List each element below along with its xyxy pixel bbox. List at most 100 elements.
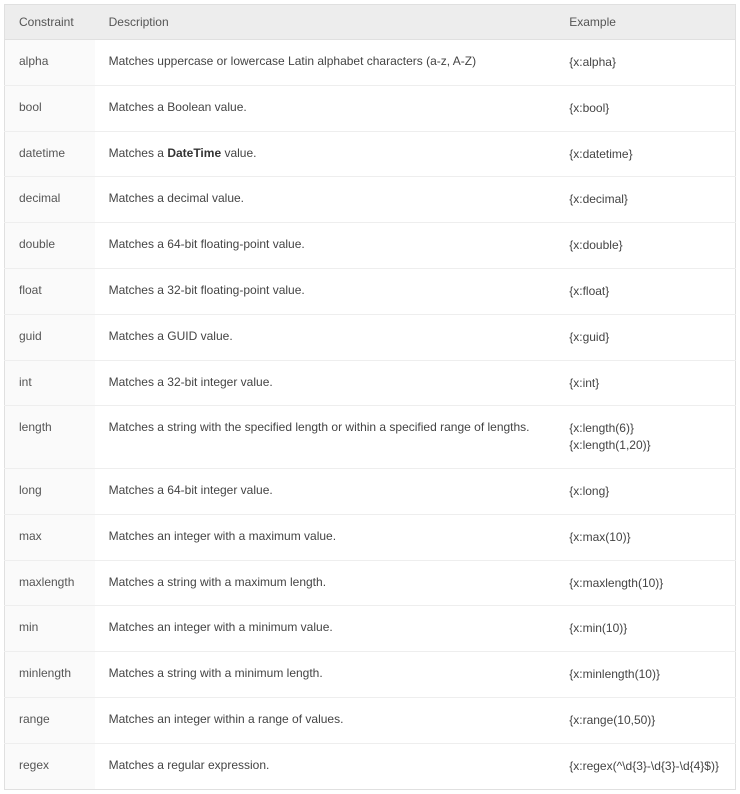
- table-row: regex Matches a regular expression. {x:reg…: [5, 743, 736, 789]
- cell-constraint: regex: [5, 743, 95, 789]
- table-row: datetimeMatches a DateTime value.{x:date…: [5, 131, 736, 177]
- cell-constraint: guid: [5, 314, 95, 360]
- example-text: {x:double}: [569, 237, 721, 254]
- cell-constraint: long: [5, 468, 95, 514]
- table-row: doubleMatches a 64-bit floating-point va…: [5, 223, 736, 269]
- cell-description: Matches a Boolean value.: [95, 85, 556, 131]
- cell-description: Matches a GUID value.: [95, 314, 556, 360]
- cell-constraint: bool: [5, 85, 95, 131]
- table-body: alpha Matches uppercase or lowercase Lati…: [5, 40, 736, 790]
- cell-constraint: alpha: [5, 40, 95, 86]
- table-header-row: Constraint Description Example: [5, 5, 736, 40]
- cell-constraint: decimal: [5, 177, 95, 223]
- example-text: {x:alpha}: [569, 54, 721, 71]
- cell-description: Matches a decimal value.: [95, 177, 556, 223]
- example-text: {x:decimal}: [569, 191, 721, 208]
- desc-text-pre: Matches a Boolean value.: [109, 100, 247, 114]
- example-text: {x:regex(^\d{3}-\d{3}-\d{4}$)}: [569, 758, 721, 775]
- cell-example: {x:decimal}: [555, 177, 735, 223]
- cell-constraint: minlength: [5, 652, 95, 698]
- example-text: {x:min(10)}: [569, 620, 721, 637]
- example-text: {x:max(10)}: [569, 529, 721, 546]
- constraints-table: Constraint Description Example alphaMatc…: [4, 4, 736, 790]
- table-row: decimal Matches a decimal value. {x:decima…: [5, 177, 736, 223]
- cell-example: {x:guid}: [555, 314, 735, 360]
- cell-description: Matches a regular expression.: [95, 743, 556, 789]
- cell-example: {x:bool}: [555, 85, 735, 131]
- cell-constraint: datetime: [5, 131, 95, 177]
- header-description: Description: [95, 5, 556, 40]
- cell-description: Matches a 64-bit floating-point value.: [95, 223, 556, 269]
- cell-example: {x:regex(^\d{3}-\d{3}-\d{4}$)}: [555, 743, 735, 789]
- desc-text-pre: Matches an integer within a range of val…: [109, 712, 344, 726]
- table-row: length Matches a string with the specifie…: [5, 406, 736, 469]
- table-row: maxlength Matches a string with a maximum…: [5, 560, 736, 606]
- desc-text-post: value.: [221, 146, 256, 160]
- table-row: max Matches an integer with a maximum val…: [5, 514, 736, 560]
- example-text: {x:minlength(10)}: [569, 666, 721, 683]
- desc-text-pre: Matches a decimal value.: [109, 191, 244, 205]
- desc-text-pre: Matches a regular expression.: [109, 758, 270, 772]
- cell-constraint: double: [5, 223, 95, 269]
- desc-text-pre: Matches an integer with a minimum value.: [109, 620, 333, 634]
- desc-text-pre: Matches a string with the specified leng…: [109, 420, 530, 434]
- cell-constraint: float: [5, 268, 95, 314]
- header-constraint: Constraint: [5, 5, 95, 40]
- table-row: min Matches an integer with a minimum val…: [5, 606, 736, 652]
- header-example: Example: [555, 5, 735, 40]
- example-text: {x:length(6)}: [569, 420, 721, 437]
- cell-description: Matches a DateTime value.: [95, 131, 556, 177]
- example-text: {x:guid}: [569, 329, 721, 346]
- desc-text-pre: Matches a: [109, 146, 168, 160]
- table-row: float Matches a 32-bit floating-point val…: [5, 268, 736, 314]
- desc-text-bold: DateTime: [167, 146, 221, 160]
- desc-text-pre: Matches a string with a minimum length.: [109, 666, 323, 680]
- table-row: guid Matches a GUID value. {x:guid}: [5, 314, 736, 360]
- cell-description: Matches a string with the specified leng…: [95, 406, 556, 469]
- cell-description: Matches a 32-bit integer value.: [95, 360, 556, 406]
- example-text: {x:bool}: [569, 100, 721, 117]
- table-row: bool Matches a Boolean value. {x:bool}: [5, 85, 736, 131]
- cell-description: Matches an integer with a minimum value.: [95, 606, 556, 652]
- desc-text-pre: Matches uppercase or lowercase Latin alp…: [109, 54, 477, 68]
- cell-constraint: int: [5, 360, 95, 406]
- cell-description: Matches a string with a maximum length.: [95, 560, 556, 606]
- cell-example: {x:max(10)}: [555, 514, 735, 560]
- cell-description: Matches an integer with a maximum value.: [95, 514, 556, 560]
- table-row: intMatches a 32-bit integer value. {x:int…: [5, 360, 736, 406]
- example-text: {x:range(10,50)}: [569, 712, 721, 729]
- table-row: long Matches a 64-bit integer value. {x:lo…: [5, 468, 736, 514]
- table-row: minlength Matches a string with a minimum…: [5, 652, 736, 698]
- example-text: {x:long}: [569, 483, 721, 500]
- cell-example: {x:alpha}: [555, 40, 735, 86]
- cell-description: Matches uppercase or lowercase Latin alp…: [95, 40, 556, 86]
- table-row: alpha Matches uppercase or lowercase Lati…: [5, 40, 736, 86]
- cell-example: {x:int}: [555, 360, 735, 406]
- cell-description: Matches a string with a minimum length.: [95, 652, 556, 698]
- cell-example: {x:float}: [555, 268, 735, 314]
- example-text: {x:datetime}: [569, 146, 721, 163]
- cell-description: Matches a 32-bit floating-point value.: [95, 268, 556, 314]
- table-row: range Matches an integer within a range o…: [5, 697, 736, 743]
- desc-text-pre: Matches a 32-bit floating-point value.: [109, 283, 305, 297]
- desc-text-pre: Matches a string with a maximum length.: [109, 575, 326, 589]
- cell-constraint: range: [5, 697, 95, 743]
- cell-constraint: min: [5, 606, 95, 652]
- cell-example: {x:minlength(10)}: [555, 652, 735, 698]
- desc-text-pre: Matches an integer with a maximum value.: [109, 529, 336, 543]
- cell-constraint: maxlength: [5, 560, 95, 606]
- desc-text-pre: Matches a 64-bit integer value.: [109, 483, 273, 497]
- cell-constraint: max: [5, 514, 95, 560]
- desc-text-pre: Matches a GUID value.: [109, 329, 233, 343]
- cell-example: {x:range(10,50)}: [555, 697, 735, 743]
- example-text: {x:int}: [569, 375, 721, 392]
- cell-constraint: length: [5, 406, 95, 469]
- cell-example: {x:datetime}: [555, 131, 735, 177]
- cell-description: Matches an integer within a range of val…: [95, 697, 556, 743]
- cell-example: {x:maxlength(10)}: [555, 560, 735, 606]
- cell-example: {x:length(6)}{x:length(1,20)}: [555, 406, 735, 469]
- cell-example: {x:long}: [555, 468, 735, 514]
- cell-example: {x:double}: [555, 223, 735, 269]
- cell-example: {x:min(10)}: [555, 606, 735, 652]
- cell-description: Matches a 64-bit integer value.: [95, 468, 556, 514]
